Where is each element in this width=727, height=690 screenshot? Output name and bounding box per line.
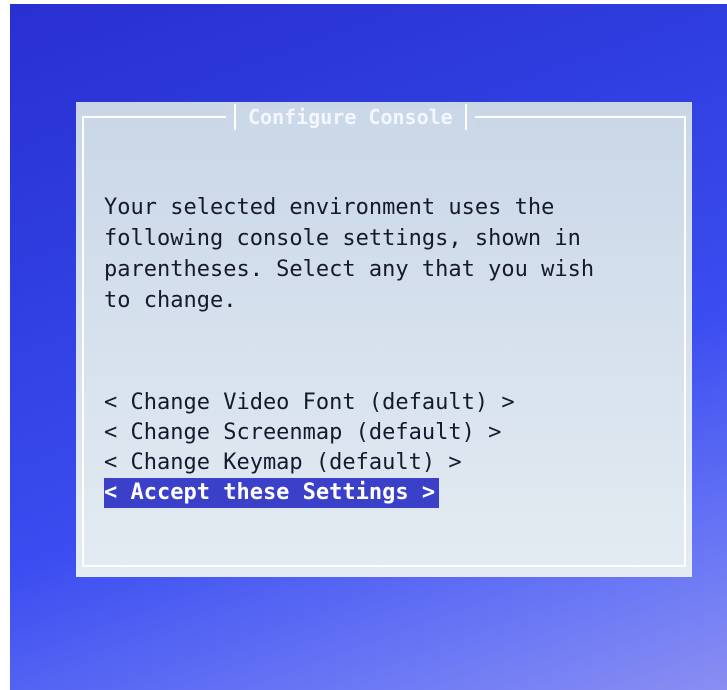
configure-console-dialog: Configure Console Your selected environm… — [76, 102, 692, 577]
dialog-message: Your selected environment uses the follo… — [104, 192, 674, 316]
message-line: parentheses. Select any that you wish — [104, 257, 595, 282]
message-line: Your selected environment uses the — [104, 195, 555, 220]
message-line: following console settings, shown in — [104, 226, 581, 251]
accept-settings-option[interactable]: < Accept these Settings > — [104, 478, 440, 508]
dialog-title: Configure Console — [248, 105, 453, 129]
change-screenmap-option[interactable]: < Change Screenmap (default) > — [104, 418, 505, 448]
message-line: to change. — [104, 288, 237, 313]
settings-menu: < Change Video Font (default) > < Change… — [104, 388, 519, 508]
dialog-title-bar: Configure Console — [226, 102, 475, 132]
title-right-bracket — [464, 104, 467, 130]
console-screen: Configure Console Your selected environm… — [10, 4, 727, 690]
change-keymap-option[interactable]: < Change Keymap (default) > — [104, 448, 466, 478]
change-video-font-option[interactable]: < Change Video Font (default) > — [104, 388, 519, 418]
